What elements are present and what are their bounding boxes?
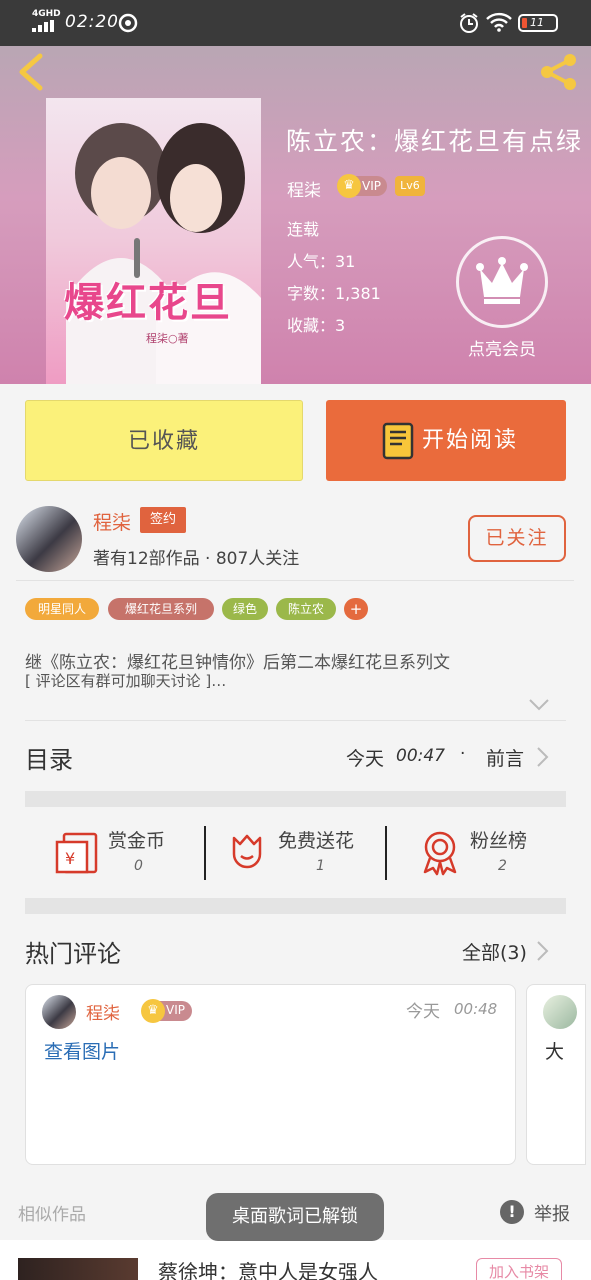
hot-comments-title: 热门评论 xyxy=(25,940,121,968)
catalog-separator: · xyxy=(460,744,466,764)
signal-icon xyxy=(32,20,54,32)
clock: 02:20 xyxy=(65,12,119,32)
chevron-right-icon[interactable] xyxy=(536,746,550,768)
view-image-link[interactable]: 查看图片 xyxy=(44,1037,120,1064)
chevron-right-icon[interactable] xyxy=(536,940,550,962)
tag-item[interactable]: 爆红花旦系列 xyxy=(108,598,214,620)
catalog-time: 00:47 xyxy=(396,746,445,766)
reward-label: 免费送花 xyxy=(278,830,355,852)
catalog-title[interactable]: 目录 xyxy=(25,740,73,775)
signed-badge: 签约 xyxy=(140,507,186,533)
reward-label: 赏金币 xyxy=(108,830,166,852)
battery-icon: 11 xyxy=(518,14,558,32)
author-name[interactable]: 程柒 xyxy=(93,508,131,535)
book-author[interactable]: 程柒 xyxy=(287,176,321,201)
comment-card[interactable]: 程柒 ♛ VIP 今天 00:48 查看图片 xyxy=(25,984,516,1165)
red-envelope-icon: ¥ xyxy=(55,832,98,874)
netease-music-icon xyxy=(118,13,138,33)
share-icon[interactable] xyxy=(536,52,582,92)
commenter-name[interactable]: 程柒 xyxy=(86,999,120,1024)
tag-item[interactable]: 绿色 xyxy=(222,598,268,620)
follow-button[interactable]: 已关注 xyxy=(468,515,566,562)
comment-card[interactable]: 大 xyxy=(526,984,586,1165)
catalog-date: 今天 xyxy=(346,748,385,770)
commenter-avatar[interactable] xyxy=(543,995,577,1029)
reward-label: 粉丝榜 xyxy=(470,830,528,852)
reward-value: 1 xyxy=(316,858,325,874)
collected-button[interactable]: 已收藏 xyxy=(25,400,303,481)
divider xyxy=(25,720,566,721)
member-button[interactable] xyxy=(456,236,548,328)
cover-author: 程柒○著 xyxy=(146,332,189,345)
similar-works-label: 相似作品 xyxy=(18,1205,86,1225)
divider xyxy=(204,826,206,880)
crown-icon: ♛ xyxy=(141,999,165,1023)
reward-value: 0 xyxy=(134,858,143,874)
book-cover[interactable]: 爆红花旦 程柒○著 xyxy=(46,98,261,384)
author-avatar[interactable] xyxy=(16,506,82,572)
commenter-avatar[interactable] xyxy=(42,995,76,1029)
start-reading-label: 开始阅读 xyxy=(422,428,519,453)
chevron-down-icon[interactable] xyxy=(528,698,550,712)
similar-work-title: 蔡徐坤：意中人是女强人 xyxy=(158,1260,378,1280)
alarm-icon xyxy=(460,13,478,33)
book-icon xyxy=(382,422,414,460)
report-link[interactable]: 举报 xyxy=(534,1200,570,1226)
level-badge: Lv6 xyxy=(395,176,425,196)
comment-time: 00:48 xyxy=(454,1000,498,1018)
wifi-icon xyxy=(486,12,512,32)
catalog-latest-chapter[interactable]: 前言 xyxy=(486,744,524,771)
tag-item[interactable]: 明星同人 xyxy=(25,598,99,620)
report-icon[interactable]: ! xyxy=(500,1200,524,1224)
book-title: 陈立农：爆红花旦有点绿 xyxy=(286,127,584,156)
vip-label: VIP xyxy=(362,179,381,193)
comment-preview: 大 xyxy=(545,1041,565,1063)
book-popularity: 人气：31 xyxy=(287,252,356,271)
book-favorites: 收藏：3 xyxy=(287,316,346,335)
cover-title: 爆红花旦 xyxy=(64,280,232,326)
book-status: 连载 xyxy=(287,220,320,239)
status-bar: 4GHD 02:20 11 xyxy=(0,0,591,46)
add-to-shelf-button[interactable]: 加入书架 xyxy=(476,1258,562,1280)
all-comments-link[interactable]: 全部(3) xyxy=(462,938,527,965)
reward-value: 2 xyxy=(498,858,507,874)
divider xyxy=(16,580,574,581)
flower-icon xyxy=(232,834,262,869)
tag-item[interactable]: 陈立农 xyxy=(276,598,336,620)
back-arrow-icon[interactable] xyxy=(14,52,48,92)
reward-coins-button[interactable]: ¥ 赏金币 0 xyxy=(54,826,204,886)
battery-level: 11 xyxy=(530,16,544,29)
crown-icon xyxy=(476,257,528,304)
member-label[interactable]: 点亮会员 xyxy=(468,335,536,360)
network-type: 4GHD xyxy=(32,9,61,19)
description-line: [ 评论区有群可加聊天讨论 ]… xyxy=(25,672,227,690)
divider xyxy=(385,826,387,880)
free-flower-button[interactable]: 免费送花 1 xyxy=(228,826,378,886)
toast-message: 桌面歌词已解锁 xyxy=(206,1193,384,1241)
svg-text:¥: ¥ xyxy=(65,849,75,868)
medal-icon xyxy=(423,831,457,876)
vip-label: VIP xyxy=(166,1003,185,1017)
similar-work-item[interactable]: 蔡徐坤：意中人是女强人 加入书架 xyxy=(0,1240,591,1280)
add-tag-button[interactable]: + xyxy=(344,598,368,620)
comment-date: 今天 xyxy=(406,1002,440,1022)
book-word-count: 字数：1,381 xyxy=(287,284,381,303)
similar-work-cover xyxy=(18,1258,138,1280)
author-stats: 著有12部作品 · 807人关注 xyxy=(93,549,300,569)
section-divider xyxy=(25,791,566,807)
section-divider xyxy=(25,898,566,914)
start-reading-button[interactable]: 开始阅读 xyxy=(326,400,566,481)
fan-ranking-button[interactable]: 粉丝榜 2 xyxy=(420,826,570,886)
crown-icon: ♛ xyxy=(337,174,361,198)
